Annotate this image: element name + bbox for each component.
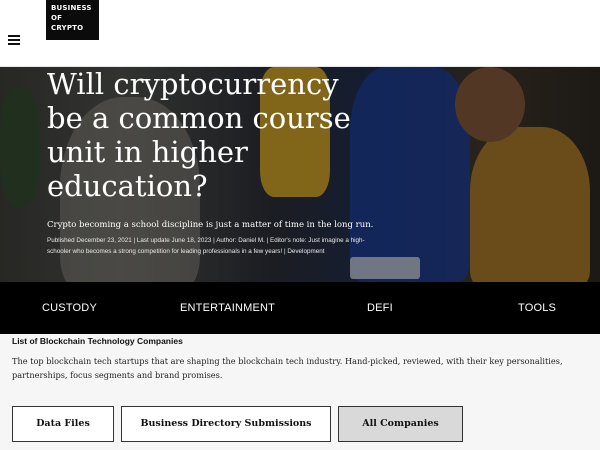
article-subtitle: Crypto becoming a school discipline is j… [47, 220, 374, 230]
section-description: The top blockchain tech startups that ar… [12, 356, 563, 380]
menu-bar [8, 35, 20, 37]
hero-banner: Will cryptocurrency be a common course u… [0, 67, 600, 282]
menu-bar [8, 43, 20, 45]
logo-line-1: BUSINESS [51, 4, 92, 12]
menu-bar [8, 39, 20, 41]
category-defi[interactable]: DEFI [367, 282, 393, 334]
site-logo[interactable]: BUSINESS OF CRYPTO [46, 0, 99, 40]
logo-line-2: OF CRYPTO [51, 14, 84, 32]
article-meta: Published December 23, 2021 | Last updat… [47, 237, 365, 255]
category-nav: CUSTODY ENTERTAINMENT DEFI TOOLS [0, 282, 600, 334]
business-directory-submissions-button[interactable]: Business Directory Submissions [121, 406, 331, 442]
hamburger-menu-icon[interactable] [8, 35, 20, 45]
site-header: BUSINESS OF CRYPTO [0, 0, 600, 67]
category-custody[interactable]: CUSTODY [42, 282, 97, 334]
data-files-button[interactable]: Data Files [12, 406, 114, 442]
category-entertainment[interactable]: ENTERTAINMENT [180, 282, 275, 334]
article-title[interactable]: Will cryptocurrency be a common course u… [47, 67, 377, 203]
section-title: List of Blockchain Technology Companies [12, 336, 183, 346]
all-companies-button[interactable]: All Companies [338, 406, 463, 442]
category-tools[interactable]: TOOLS [518, 282, 556, 334]
company-list-section: List of Blockchain Technology Companies … [0, 334, 600, 450]
